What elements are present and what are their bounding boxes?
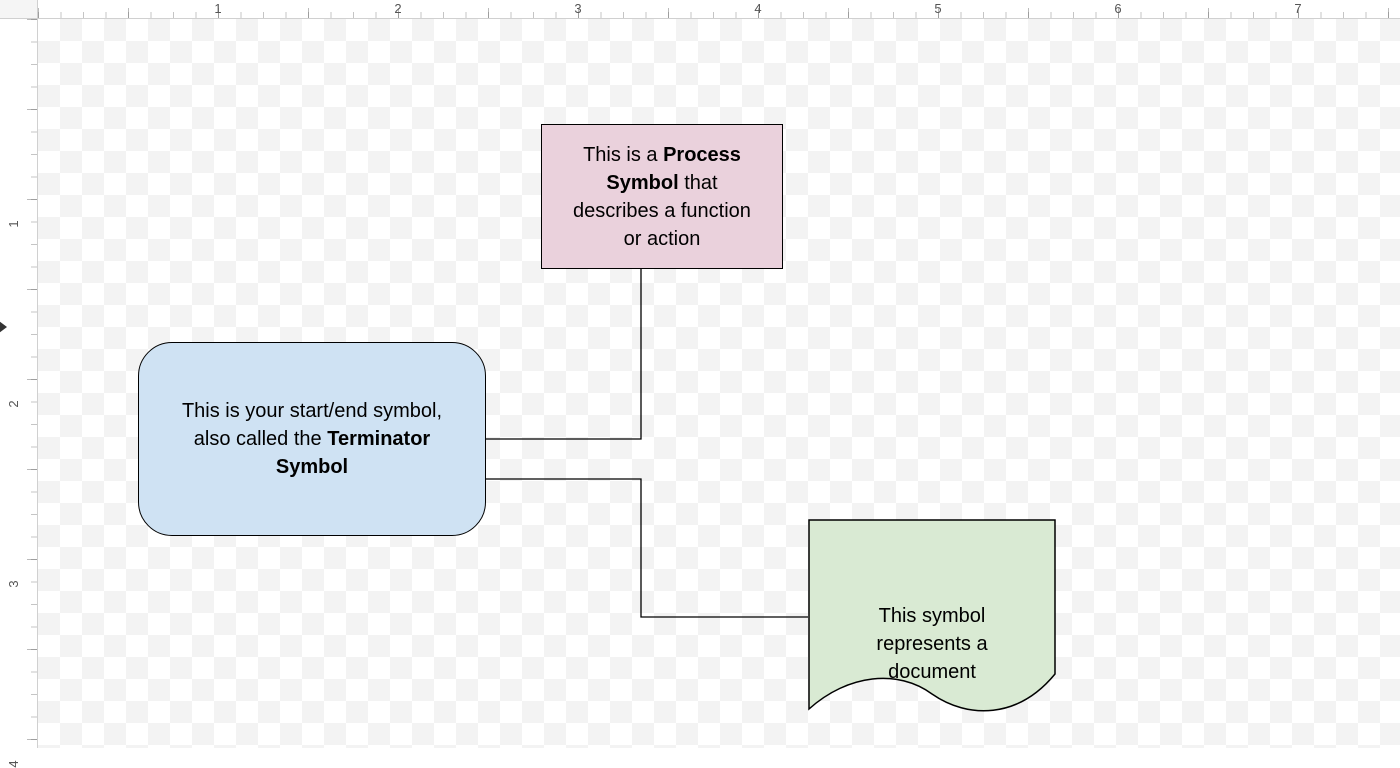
ruler-h-label: 4 [754, 1, 761, 16]
horizontal-ruler[interactable]: 1 2 3 4 5 6 7 [38, 0, 1400, 19]
ruler-v-label: 4 [6, 760, 21, 767]
process-text-pre: This is a [583, 144, 663, 166]
ruler-v-label: 2 [6, 400, 21, 407]
ruler-h-label: 7 [1294, 1, 1301, 16]
ruler-h-label: 1 [214, 1, 221, 16]
ruler-v-label: 1 [6, 220, 21, 227]
ruler-origin-marker-icon [0, 321, 7, 333]
drawing-canvas[interactable]: This is your start/end symbol, also call… [38, 19, 1400, 748]
ruler-corner [0, 0, 38, 19]
ruler-h-label: 6 [1114, 1, 1121, 16]
terminator-text: This is your start/end symbol, also call… [161, 397, 463, 481]
ruler-h-label: 2 [394, 1, 401, 16]
connector-terminator-to-process[interactable] [486, 269, 641, 439]
ruler-v-label: 3 [6, 580, 21, 587]
ruler-h-label: 5 [934, 1, 941, 16]
ruler-v-major-ticks [27, 19, 37, 748]
ruler-h-major-ticks [38, 8, 1400, 18]
terminator-shape[interactable]: This is your start/end symbol, also call… [138, 342, 486, 536]
ruler-h-label: 3 [574, 1, 581, 16]
vertical-ruler[interactable]: 1 2 3 4 [0, 19, 38, 748]
process-text: This is a Process Symbol that describes … [564, 141, 760, 253]
document-text: This symbol represents a document [808, 552, 1056, 686]
process-shape[interactable]: This is a Process Symbol that describes … [541, 124, 783, 269]
document-shape[interactable]: This symbol represents a document [808, 519, 1056, 719]
connector-terminator-to-document[interactable] [486, 479, 808, 617]
